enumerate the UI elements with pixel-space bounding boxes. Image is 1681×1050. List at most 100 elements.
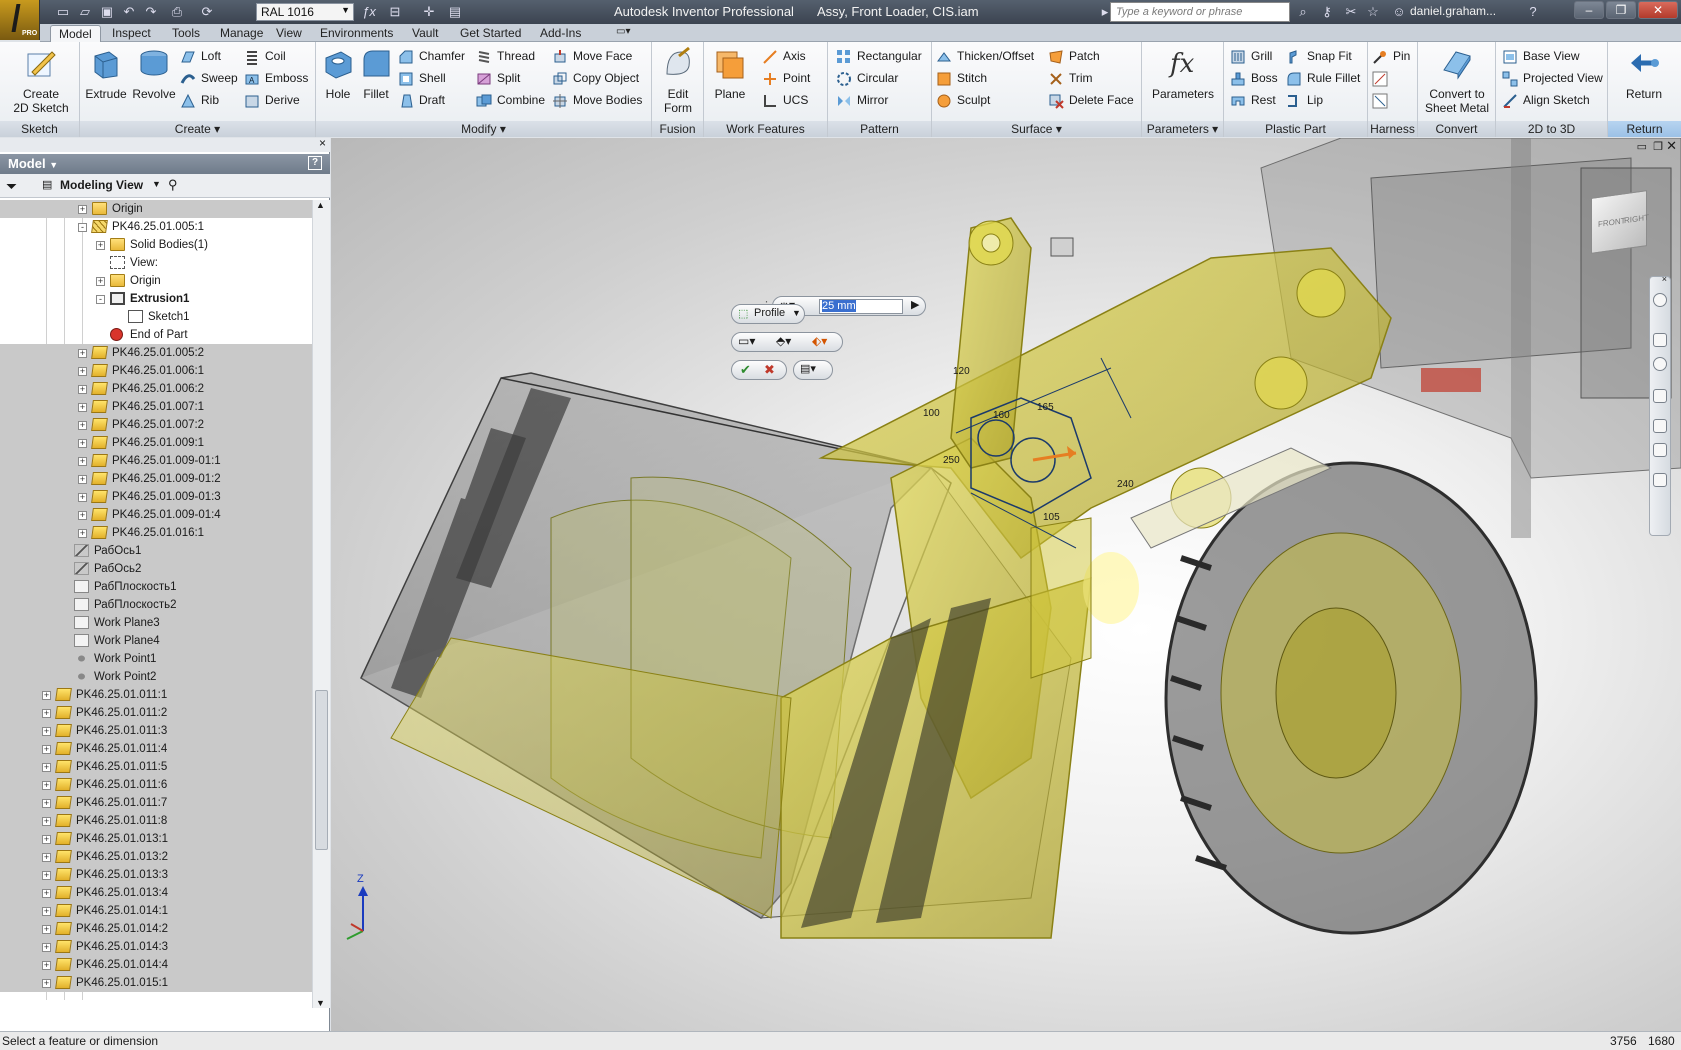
ucs-button[interactable]: UCS [762,91,808,111]
expand-icon[interactable]: + [96,277,105,286]
more-options-button[interactable]: ▤▾ [793,360,833,380]
expand-icon[interactable]: + [42,943,51,952]
tree-row[interactable]: - PK46.25.01.005:1 [0,218,312,236]
expand-icon[interactable]: + [42,691,51,700]
viewcube-right-label[interactable]: RIGHT [1624,213,1649,225]
hole-button[interactable]: Hole [320,46,356,101]
tree-row[interactable]: РабОсь2 [0,560,312,578]
sketch-dimension-label[interactable]: 105 [1043,512,1060,523]
tree-row[interactable]: + PK46.25.01.006:2 [0,380,312,398]
open-icon[interactable]: ▱ [76,3,94,21]
mirror-button[interactable]: Mirror [836,91,888,111]
split-button[interactable]: Split [476,69,520,89]
tree-row[interactable]: Work Point2 [0,668,312,686]
collapse-icon[interactable]: - [78,223,87,232]
tree-row[interactable]: + PK46.25.01.011:3 [0,722,312,740]
convert-to-sheet-metal-button[interactable]: Convert to Sheet Metal [1420,46,1494,115]
patch-button[interactable]: Patch [1048,47,1100,67]
panel-label-modify[interactable]: Modify ▾ [316,121,651,137]
harness-tool-2[interactable] [1372,69,1393,89]
measure-icon[interactable]: ⊟ [386,3,404,21]
update-icon[interactable]: ⟳ [198,3,216,21]
thread-button[interactable]: Thread [476,47,535,67]
new-icon[interactable]: ▭ [54,3,72,21]
expand-icon[interactable]: + [42,745,51,754]
expand-icon[interactable]: + [96,241,105,250]
fx-icon[interactable]: ƒx [360,3,378,21]
tree-row[interactable]: Work Plane3 [0,614,312,632]
tab-add-ins[interactable]: Add-Ins [532,25,589,42]
parameters-button[interactable]: fx Parameters [1146,46,1220,101]
expand-icon[interactable]: + [78,367,87,376]
close-icon[interactable]: × [319,136,326,150]
expand-icon[interactable]: + [42,853,51,862]
tree-row[interactable]: РабОсь1 [0,542,312,560]
circular-pattern-button[interactable]: Circular [836,69,898,89]
panel-label-create[interactable]: Create ▾ [80,121,315,137]
output-solid-icon[interactable]: ▭▾ [738,334,755,348]
return-button[interactable]: Return [1612,46,1676,101]
sketch-dimension-label[interactable]: 240 [1117,479,1134,490]
chevron-down-icon[interactable]: ▼ [152,179,161,189]
expand-icon[interactable]: + [42,781,51,790]
save-icon[interactable]: ▣ [98,3,116,21]
expand-icon[interactable]: + [78,349,87,358]
filter-icon[interactable]: ⏷ [6,178,17,195]
direction-icon[interactable]: ⬖▾ [812,334,827,348]
help-icon[interactable]: ? [1524,3,1542,21]
sketch-dimension-label[interactable]: 160 [993,410,1010,421]
app-logo[interactable]: PRO [0,0,40,40]
tab-manage[interactable]: Manage [212,25,271,42]
boss-button[interactable]: Boss [1230,69,1278,89]
navbar-close-icon[interactable]: × [1662,274,1667,284]
scroll-up-icon[interactable]: ▲ [316,200,325,210]
apply-arrow-icon[interactable]: ▶ [911,298,919,311]
grill-button[interactable]: Grill [1230,47,1272,67]
tree-row[interactable]: РабПлоскость1 [0,578,312,596]
harness-tool-3[interactable] [1372,91,1393,111]
thicken-offset-button[interactable]: Thicken/Offset [936,47,1034,67]
browser-help-icon[interactable]: ? [308,156,322,170]
expand-icon[interactable]: + [78,475,87,484]
sculpt-button[interactable]: Sculpt [936,91,990,111]
rib-button[interactable]: Rib [180,91,219,111]
tree-row[interactable]: + PK46.25.01.014:1 [0,902,312,920]
tree-row[interactable]: + PK46.25.01.013:3 [0,866,312,884]
extrude-button[interactable]: Extrude [84,46,128,101]
tree-row[interactable]: РабПлоскость2 [0,596,312,614]
tree-row[interactable]: + Solid Bodies(1) [0,236,312,254]
look-at-icon[interactable] [1653,443,1667,457]
color-style-select[interactable]: RAL 1016 ▼ [256,3,354,21]
tree-row[interactable]: + PK46.25.01.006:1 [0,362,312,380]
fillet-button[interactable]: Fillet [358,46,394,101]
tab-inspect[interactable]: Inspect [104,25,159,42]
tree-row[interactable]: + PK46.25.01.011:7 [0,794,312,812]
expand-icon[interactable]: + [42,871,51,880]
stitch-button[interactable]: Stitch [936,69,987,89]
sketch-dimension-label[interactable]: 100 [923,408,940,419]
tree-row[interactable]: + PK46.25.01.005:2 [0,344,312,362]
tree-row[interactable]: + PK46.25.01.011:2 [0,704,312,722]
tab-vault[interactable]: Vault [404,25,446,42]
move-bodies-button[interactable]: Move Bodies [552,91,642,111]
profile-control[interactable]: ⬚ Profile ▼ [731,304,805,324]
expand-icon[interactable]: + [78,205,87,214]
tree-row[interactable]: + PK46.25.01.011:8 [0,812,312,830]
tree-row[interactable]: + PK46.25.01.009-01:3 [0,488,312,506]
tab-model[interactable]: Model [50,25,101,42]
user-name[interactable]: daniel.graham... [1410,4,1496,18]
tools-icon[interactable]: ✂ [1342,3,1360,21]
expand-icon[interactable]: + [42,979,51,988]
expand-icon[interactable]: + [42,763,51,772]
redo-icon[interactable]: ↷ [142,3,160,21]
emboss-button[interactable]: A Emboss [244,69,308,89]
expand-icon[interactable]: + [42,961,51,970]
collapse-icon[interactable]: - [96,295,105,304]
tree-row[interactable]: Work Point1 [0,650,312,668]
tree-row[interactable]: + PK46.25.01.014:2 [0,920,312,938]
scrollbar-thumb[interactable] [315,690,328,850]
point-button[interactable]: Point [762,69,810,89]
expand-icon[interactable]: + [42,817,51,826]
tab-tools[interactable]: Tools [164,25,208,42]
tab-environments[interactable]: Environments [312,25,401,42]
